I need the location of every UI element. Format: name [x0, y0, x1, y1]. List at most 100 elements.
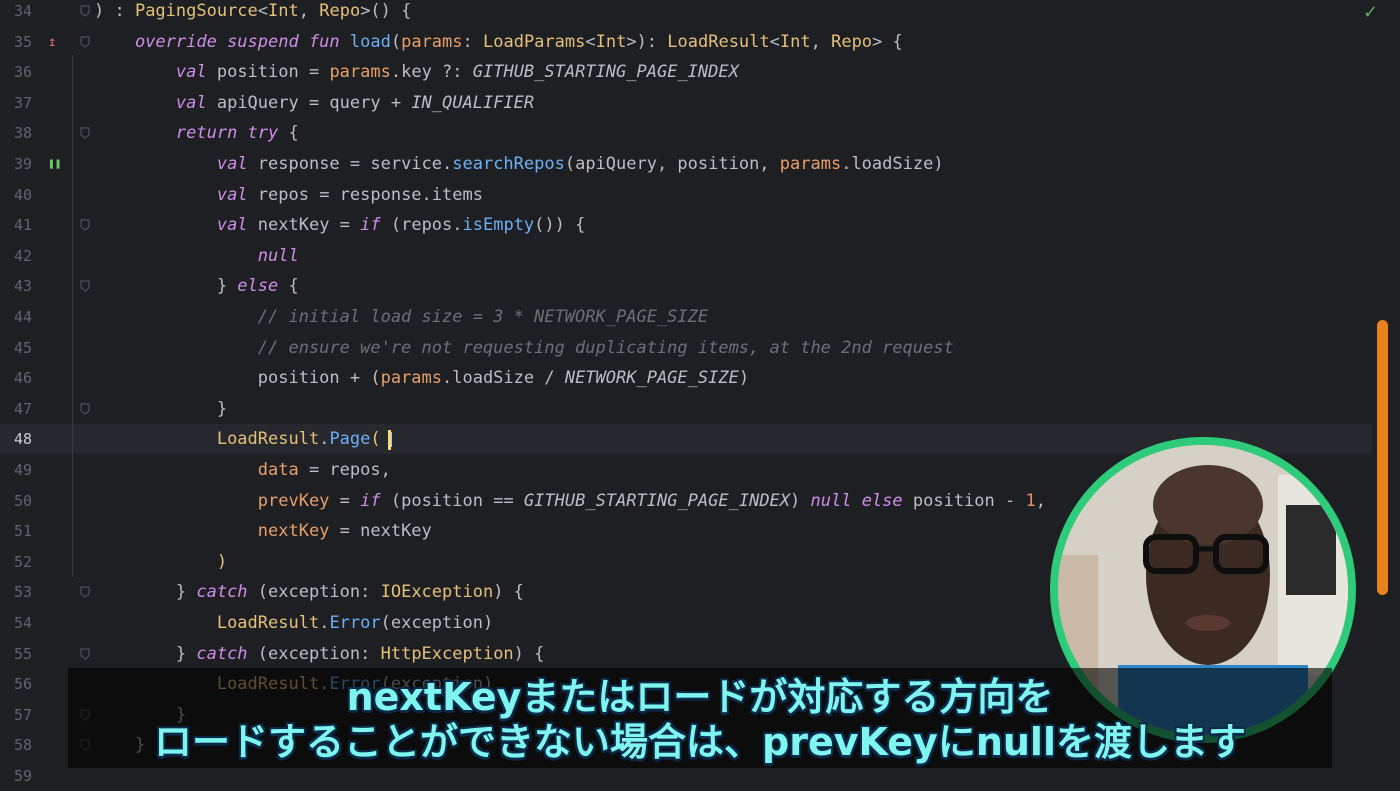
fold-marker-icon[interactable] — [80, 586, 90, 599]
code-token: null else — [810, 490, 913, 511]
line-number: 57 — [13, 705, 32, 724]
checkmark-icon[interactable]: ✓ — [1363, 2, 1378, 23]
code-text[interactable]: ) : PagingSource<Int, Repo>() { — [94, 0, 411, 26]
fold-marker-icon[interactable] — [80, 647, 90, 660]
code-token: load — [349, 31, 391, 52]
code-line[interactable]: 47 } — [0, 394, 1372, 424]
code-text[interactable]: } catch (exception: IOException) { — [94, 577, 524, 607]
code-token: > { — [872, 31, 903, 52]
code-token: nextKey = — [257, 215, 361, 236]
code-token: val — [175, 62, 217, 83]
code-token: = nextKey — [329, 521, 432, 542]
code-text[interactable]: val repos = response.items — [94, 180, 483, 210]
code-line[interactable]: 34 ) : PagingSource<Int, Repo>() { — [0, 0, 1372, 26]
code-text[interactable]: nextKey = nextKey — [94, 516, 432, 546]
code-text[interactable]: LoadResult.Error(exception) — [94, 608, 493, 638]
code-token: // initial load size = 3 * NETWORK_PAGE_… — [257, 307, 709, 327]
code-text[interactable]: override suspend fun load(params: LoadPa… — [94, 27, 903, 57]
code-text[interactable]: // ensure we're not requesting duplicati… — [94, 333, 954, 363]
code-token: return try — [175, 123, 289, 144]
code-token: apiQuery = query + — [216, 92, 412, 113]
code-token: . — [319, 613, 330, 633]
code-token: , — [298, 1, 320, 21]
code-token: NETWORK_PAGE_SIZE — [564, 368, 739, 389]
code-text[interactable]: val position = params.key ?: GITHUB_STAR… — [94, 57, 739, 87]
line-number: 43 — [13, 277, 32, 296]
code-token: (exception: — [257, 643, 381, 664]
code-text[interactable]: return try { — [94, 118, 299, 148]
line-number: 36 — [13, 63, 32, 82]
debug-pause-icon[interactable]: ❚❚ — [48, 155, 61, 173]
code-text[interactable]: } — [94, 394, 227, 424]
code-token: } — [94, 398, 228, 419]
code-token: IOException — [380, 582, 494, 603]
code-token: (exception: — [257, 582, 381, 603]
code-line[interactable]: 38 return try { — [0, 118, 1372, 148]
override-method-icon[interactable]: ↥ — [48, 33, 56, 51]
code-line[interactable]: 43 } else { — [0, 271, 1372, 301]
code-token: , — [1035, 490, 1046, 511]
code-text[interactable]: val response = service.searchRepos(apiQu… — [94, 149, 944, 179]
code-text[interactable]: ) — [94, 547, 227, 577]
fold-marker-icon[interactable] — [80, 35, 90, 48]
code-token: repos = response.items — [257, 184, 483, 205]
line-number: 55 — [13, 644, 32, 663]
code-token: : — [462, 31, 483, 52]
code-text[interactable]: } catch (exception: HttpException) { — [94, 639, 545, 669]
code-line[interactable]: 39 ❚❚ val response = service.searchRepos(… — [0, 149, 1372, 179]
code-token: override suspend fun — [134, 31, 350, 52]
fold-marker-icon[interactable] — [80, 403, 90, 415]
vertical-scrollbar[interactable] — [1377, 320, 1388, 595]
fold-marker-icon[interactable] — [80, 127, 90, 140]
code-text[interactable]: prevKey = if (position == GITHUB_STARTIN… — [94, 486, 1046, 516]
code-line[interactable]: 42 null — [0, 241, 1372, 271]
code-token: } — [94, 643, 197, 664]
code-text[interactable]: // initial load size = 3 * NETWORK_PAGE_… — [94, 302, 708, 332]
line-number: 51 — [13, 522, 32, 541]
fold-marker-icon[interactable] — [80, 280, 90, 293]
code-text[interactable]: } else { — [94, 271, 299, 301]
fold-marker-icon[interactable] — [80, 5, 90, 17]
code-token: .loadSize) — [841, 154, 944, 174]
code-token: val — [175, 92, 217, 113]
ibeam-cursor-icon: I — [388, 428, 394, 452]
code-token: GITHUB_STARTING_PAGE_INDEX — [523, 490, 791, 511]
code-token: .key ?: — [390, 62, 473, 83]
line-number: 45 — [13, 338, 32, 357]
line-number: 53 — [13, 583, 32, 602]
code-token: null — [257, 245, 299, 266]
code-text[interactable]: val apiQuery = query + IN_QUALIFIER — [94, 88, 534, 118]
code-line[interactable]: 45 // ensure we're not requesting duplic… — [0, 333, 1372, 363]
code-line[interactable]: 46 position + (params.loadSize / NETWORK… — [0, 363, 1372, 393]
code-token: (position == — [390, 490, 524, 511]
code-token: else — [237, 276, 289, 297]
code-text[interactable]: data = repos, — [94, 455, 391, 485]
code-text[interactable]: LoadResult.Page( — [94, 424, 381, 454]
line-number: 58 — [13, 736, 32, 755]
line-number: 34 — [13, 2, 32, 20]
code-line[interactable]: 41 val nextKey = if (repos.isEmpty()) { — [0, 210, 1372, 240]
code-token: params — [401, 31, 463, 52]
code-token: PagingSource — [134, 1, 258, 21]
line-number: 41 — [13, 216, 32, 235]
code-text[interactable]: position + (params.loadSize / NETWORK_PA… — [94, 363, 749, 393]
code-token: params — [380, 368, 442, 389]
code-line[interactable]: 36 val position = params.key ?: GITHUB_S… — [0, 57, 1372, 87]
code-token: (apiQuery, position, — [564, 154, 780, 174]
code-text[interactable]: val nextKey = if (repos.isEmpty()) { — [94, 210, 586, 240]
fold-marker-icon[interactable] — [80, 219, 90, 231]
code-line[interactable]: 37 val apiQuery = query + IN_QUALIFIER — [0, 88, 1372, 118]
code-line[interactable]: 40 val repos = response.items — [0, 180, 1372, 210]
code-token: 1 — [1025, 490, 1036, 511]
code-line[interactable]: 44 // initial load size = 3 * NETWORK_PA… — [0, 302, 1372, 332]
code-text[interactable]: null — [94, 241, 299, 271]
code-line[interactable]: 35 ↥ override suspend fun load(params: Lo… — [0, 27, 1372, 57]
code-token: val — [216, 215, 258, 236]
code-token: . — [319, 429, 330, 450]
